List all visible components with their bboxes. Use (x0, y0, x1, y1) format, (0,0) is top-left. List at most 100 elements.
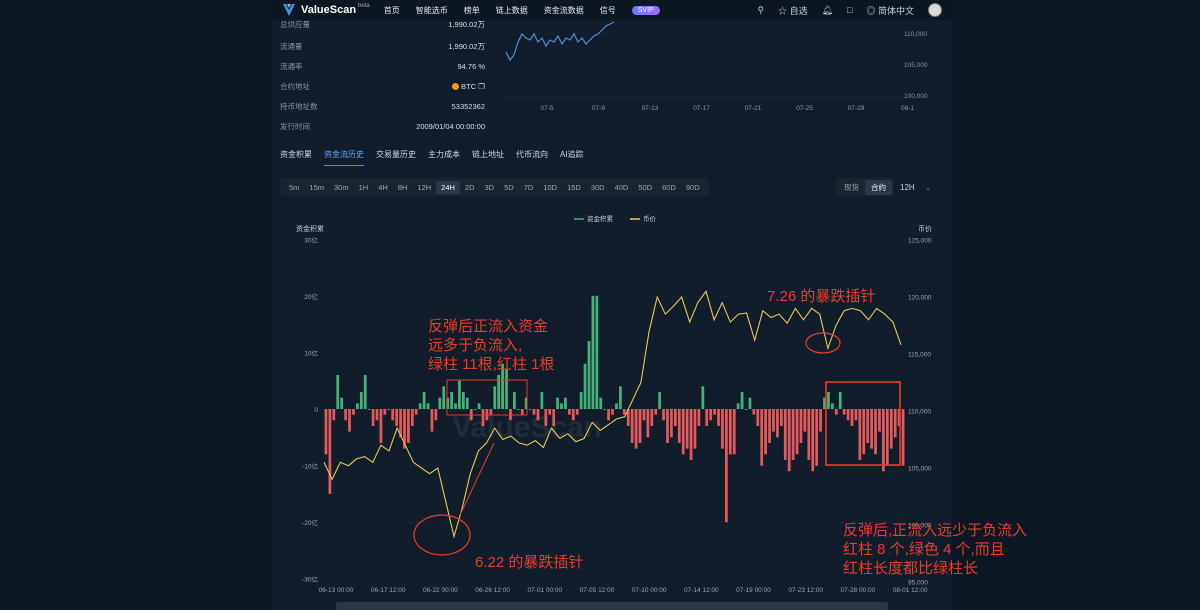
interval-15m[interactable]: 15m (304, 181, 329, 194)
interval-5m[interactable]: 5m (284, 181, 304, 194)
tab-6[interactable]: AI追踪 (560, 149, 584, 166)
info-row-holders: 持币地址数 53352362 (280, 100, 485, 112)
fund-bar (662, 409, 665, 421)
fund-bar (893, 409, 897, 438)
interval-1H[interactable]: 1H (354, 181, 374, 194)
logo[interactable]: ValueScan beta (282, 3, 370, 17)
tab-2[interactable]: 交易量历史 (376, 149, 416, 166)
annotation-red-bars: 反弹后,正流入远少于负流入 红柱 8 个,绿色 4 个,而且 红柱长度都比绿柱长 (843, 521, 1027, 578)
fund-bar (768, 409, 771, 443)
copy-icon[interactable]: ❐ (478, 82, 485, 91)
annotation-circle-0726 (805, 332, 841, 354)
nav-onchain[interactable]: 链上数据 (496, 5, 528, 16)
right-tick-label: 120,000 (908, 295, 932, 302)
fund-bar (520, 409, 524, 415)
language-button[interactable]: ◎ 简体中文 (866, 4, 914, 17)
interval-3D[interactable]: 3D (480, 181, 500, 194)
fund-bar (611, 409, 614, 415)
interval-4H[interactable]: 4H (373, 181, 393, 194)
fund-bar (552, 409, 556, 426)
interval-7D[interactable]: 7D (519, 181, 539, 194)
fund-bar (721, 409, 724, 449)
interval-5D[interactable]: 5D (499, 181, 519, 194)
star-icon: ☆ (778, 5, 788, 16)
fund-bar (383, 409, 387, 415)
fund-bar (756, 409, 760, 426)
info-label: 合约地址 (280, 81, 310, 91)
info-row-circulating: 流通量 1,990.02万 (280, 40, 485, 52)
interval-12H[interactable]: 12H (412, 181, 436, 194)
fund-bar (854, 409, 858, 421)
fund-bar (646, 409, 650, 438)
interval-24H[interactable]: 24H (436, 180, 460, 194)
search-icon[interactable]: ⚲ (757, 5, 764, 16)
resolution-select[interactable]: 12H ⌄ (900, 178, 931, 196)
contract-value[interactable]: BTC ❐ (452, 82, 485, 91)
fund-bar (650, 409, 654, 426)
interval-90D[interactable]: 90D (681, 181, 705, 194)
svip-badge[interactable]: SVIP (631, 5, 660, 15)
nav-rankings[interactable]: 榜单 (464, 5, 480, 16)
tab-5[interactable]: 代币流向 (516, 149, 548, 166)
fund-bar (477, 403, 481, 409)
fund-bar (603, 409, 607, 410)
nav-home[interactable]: 首页 (384, 5, 400, 16)
right-tick-label: 125,000 (908, 238, 932, 245)
top-nav: ValueScan beta 首页 智能选币 榜单 链上数据 资金流数据 信号 … (272, 0, 952, 20)
nav-signals[interactable]: 信号 (600, 5, 616, 16)
fund-bar (827, 392, 830, 409)
fund-bar (434, 409, 438, 421)
info-value: 1,990.02万 (448, 41, 485, 51)
interval-60D[interactable]: 60D (657, 181, 681, 194)
interval-10D[interactable]: 10D (538, 181, 562, 194)
favorites-label: 自选 (789, 5, 808, 16)
interval-40D[interactable]: 40D (610, 181, 634, 194)
bell-icon[interactable]: 🔔︎ (822, 5, 833, 16)
interval-15D[interactable]: 15D (562, 181, 586, 194)
fund-bar (819, 409, 822, 432)
nav-actions: ⚲ ☆ 自选 🔔︎ □ ◎ 简体中文 (757, 3, 942, 17)
fund-bar (787, 409, 791, 472)
fund-bar (355, 403, 359, 409)
info-row-circulation-rate: 流通率 94.76 % (280, 60, 485, 72)
mini-x-tick: 07-21 (745, 105, 762, 112)
x-tick-label: 07-14 12:00 (684, 587, 719, 594)
interval-50D[interactable]: 50D (633, 181, 657, 194)
tab-3[interactable]: 主力成本 (428, 149, 460, 166)
fund-bar (567, 409, 571, 415)
mini-y-tick: 110,000 (904, 31, 927, 38)
avatar[interactable] (928, 3, 942, 17)
annotation-circle-0622 (413, 514, 471, 556)
nav-smart-picks[interactable]: 智能选币 (416, 5, 448, 16)
tab-1[interactable]: 资金流历史 (324, 149, 364, 166)
market-type-option[interactable]: 合约 (865, 179, 892, 195)
x-tick-label: 06-26 12:00 (475, 587, 510, 594)
annotation-green-bars: 反弹后正流入资金 远多于负流入, 绿柱 11根,红柱 1根 (428, 317, 554, 374)
fund-bar (599, 397, 603, 409)
tab-4[interactable]: 链上地址 (472, 149, 504, 166)
mini-x-tick: 07-13 (642, 105, 659, 112)
favorites-button[interactable]: ☆ 自选 (778, 4, 808, 17)
annotation-0726: 7.26 的暴跌插针 (767, 287, 875, 306)
download-icon[interactable]: □ (847, 5, 852, 15)
left-tick-label: -20亿 (302, 518, 318, 527)
interval-30D[interactable]: 30D (586, 181, 610, 194)
interval-8H[interactable]: 8H (393, 181, 413, 194)
x-tick-label: 06-13 00:00 (319, 587, 354, 594)
nav-fund-flow[interactable]: 资金流数据 (544, 5, 584, 16)
fund-bar (658, 392, 662, 409)
fund-bar (732, 409, 736, 455)
fund-bar (375, 409, 379, 421)
interval-30m[interactable]: 30m (329, 181, 354, 194)
fund-bar (516, 409, 520, 410)
fund-bar (324, 409, 328, 455)
fund-bar (410, 409, 414, 426)
x-tick-label: 06-17 12:00 (371, 587, 406, 594)
interval-2D[interactable]: 2D (460, 181, 480, 194)
fund-bar (744, 409, 748, 410)
tab-0[interactable]: 资金积累 (280, 149, 312, 166)
chart-scrollbar[interactable] (336, 602, 888, 610)
fund-bar (666, 409, 669, 443)
market-type-option[interactable]: 现货 (838, 180, 865, 195)
mini-x-tick: 07-25 (796, 105, 813, 112)
